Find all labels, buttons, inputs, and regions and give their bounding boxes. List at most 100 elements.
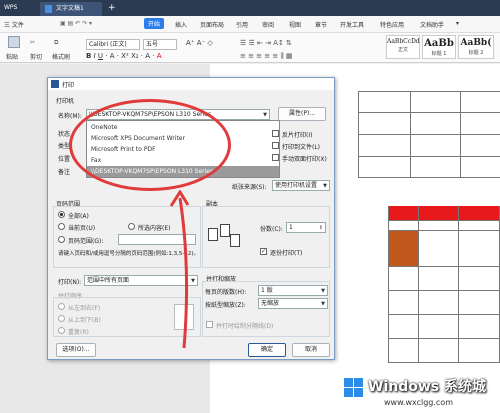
- table-line: [458, 206, 459, 362]
- font-size-select[interactable]: 五号: [143, 39, 177, 50]
- comment-label: 备注: [58, 169, 71, 176]
- font-family-value: Calibri (正文): [89, 41, 127, 48]
- left-to-right-radio[interactable]: [58, 303, 65, 310]
- list-icons[interactable]: ☰ ☰ ⇤ ⇥ A↕ ⇅: [240, 39, 292, 47]
- chevron-down-icon[interactable]: ▾: [456, 20, 459, 27]
- menu-chapter[interactable]: 章节: [315, 20, 327, 29]
- table-line: [388, 230, 500, 231]
- style-heading1-preview: AaBb: [424, 38, 454, 49]
- page-range-radio[interactable]: [58, 236, 65, 243]
- table-line: [418, 206, 419, 362]
- collate-checkbox[interactable]: ✓: [260, 248, 267, 255]
- scale-select[interactable]: 无缩放 ▼: [258, 298, 328, 309]
- copies-spinner[interactable]: 1 ⇕: [286, 222, 326, 233]
- table-line: [358, 91, 500, 92]
- options-button[interactable]: 选项(O)...: [56, 343, 96, 357]
- paper-source-select[interactable]: 使用打印机设置 ▼: [272, 180, 330, 191]
- manual-duplex-checkbox[interactable]: [272, 154, 279, 161]
- print-to-file-checkbox[interactable]: [272, 142, 279, 149]
- selection-radio[interactable]: [128, 223, 135, 230]
- manual-duplex-label: 手动双面打印(X): [282, 156, 327, 163]
- bold-italic-underline-icons[interactable]: B I U · A · X² X₂ · A · A: [86, 52, 162, 60]
- draw-border-checkbox[interactable]: [206, 321, 213, 328]
- paste-label[interactable]: 粘贴: [6, 52, 18, 61]
- style-normal[interactable]: AaBbCcDd 正文: [386, 35, 420, 59]
- table-line: [388, 290, 500, 291]
- menu-doc-assistant[interactable]: 文档助手: [420, 20, 444, 29]
- top-to-bottom-label: 从上到下(B): [68, 317, 101, 324]
- all-pages-label: 全部(A): [68, 213, 89, 220]
- menu-developer[interactable]: 开发工具: [340, 20, 364, 29]
- cut-icon[interactable]: ✂: [30, 39, 35, 46]
- menu-file[interactable]: 三 文件: [4, 20, 24, 29]
- chevron-down-icon: ▼: [323, 183, 327, 189]
- reverse-print-checkbox[interactable]: [272, 130, 279, 137]
- copies-label: 份数(C):: [260, 226, 283, 233]
- table-line: [358, 134, 500, 135]
- brown-cell: [388, 242, 418, 254]
- pages-per-sheet-label: 每页的版数(H):: [205, 289, 247, 296]
- current-page-radio[interactable]: [58, 223, 65, 230]
- where-label: 位置: [58, 156, 71, 163]
- print-what-label: 打印(N):: [58, 279, 82, 286]
- table-line: [460, 91, 461, 177]
- printer-group-label: 打印机: [56, 98, 75, 105]
- repeat-radio[interactable]: [58, 327, 65, 334]
- menu-view[interactable]: 视图: [289, 20, 301, 29]
- repeat-label: 重复(R): [68, 329, 89, 336]
- copy-icon[interactable]: ⧉: [54, 39, 58, 47]
- dialog-title-bar: 打印: [48, 78, 334, 90]
- all-pages-radio[interactable]: [58, 211, 65, 218]
- chevron-down-icon: ▼: [263, 112, 267, 118]
- table-line: [388, 362, 500, 363]
- red-header-row: [388, 206, 500, 220]
- collate-label: 逐份打印(T): [270, 250, 303, 257]
- font-grow-icon[interactable]: A⁺ A⁻ ◇: [186, 39, 213, 47]
- printer-name-label: 名称(M):: [58, 113, 82, 120]
- menu-home[interactable]: 开始: [144, 18, 165, 29]
- properties-button[interactable]: 属性(P)...: [278, 107, 326, 121]
- pages-per-sheet-select[interactable]: 1 版 ▼: [258, 285, 328, 296]
- scale-value: 无缩放: [261, 300, 280, 307]
- style-normal-name: 正文: [397, 47, 408, 53]
- style-heading2[interactable]: AaBb(标题 2: [458, 35, 494, 59]
- cancel-button[interactable]: 取消: [292, 343, 330, 357]
- align-icons[interactable]: ≡ ≡ ≡ ≡ ≡ ⫼ ▦: [240, 52, 293, 61]
- watermark-url: www.wxclgg.com: [384, 398, 453, 407]
- style-heading1[interactable]: AaBb 标题 1: [422, 35, 456, 59]
- print-to-file-label: 打印到文件(L): [282, 144, 321, 151]
- menu-references[interactable]: 引用: [236, 20, 248, 29]
- table-line: [358, 112, 500, 113]
- table-line: [388, 338, 500, 339]
- menu-special-apps[interactable]: 特色应用: [380, 20, 404, 29]
- chevron-down-icon: ▼: [321, 288, 325, 294]
- new-tab-icon[interactable]: +: [108, 0, 116, 16]
- draw-border-label: 并打时绘制分隔线(D): [216, 323, 274, 330]
- menu-page-layout[interactable]: 页面布局: [200, 20, 224, 29]
- print-what-value: 范围中所有页面: [87, 277, 130, 284]
- table-line: [388, 220, 500, 221]
- ok-button[interactable]: 确定: [248, 343, 286, 357]
- brown-cell: [388, 230, 418, 242]
- paste-icon[interactable]: [8, 36, 20, 48]
- windows-logo-icon: [344, 378, 364, 398]
- doc-tab-label: 文字文稿1: [56, 5, 84, 12]
- table-line: [410, 91, 411, 177]
- format-painter-label[interactable]: 格式刷: [52, 52, 70, 61]
- menu-insert[interactable]: 插入: [175, 20, 187, 29]
- copies-value: 1: [289, 224, 293, 231]
- cut-label[interactable]: 剪切: [30, 52, 42, 61]
- font-size-value: 五号: [146, 41, 159, 48]
- menu-bar: 三 文件 ▣ ▤ ↶ ↷ ▾ 开始 插入 页面布局 引用 审阅 视图 章节 开发…: [0, 16, 500, 33]
- table-line: [388, 314, 500, 315]
- font-family-select[interactable]: Calibri (正文): [86, 39, 140, 50]
- quick-access-icons[interactable]: ▣ ▤ ↶ ↷ ▾: [60, 20, 92, 27]
- doc-tab[interactable]: 文字文稿1: [40, 2, 102, 16]
- left-to-right-label: 从左到右(F): [68, 305, 101, 312]
- app-name[interactable]: WPS: [4, 0, 17, 16]
- annotation-arrow: [169, 190, 190, 349]
- spinner-icon[interactable]: ⇕: [319, 224, 323, 232]
- ribbon-toolbar: 粘贴 ✂ 剪切 ⧉ 格式刷 Calibri (正文) 五号 A⁺ A⁻ ◇ B …: [0, 33, 500, 63]
- top-to-bottom-radio[interactable]: [58, 315, 65, 322]
- menu-review[interactable]: 审阅: [262, 20, 274, 29]
